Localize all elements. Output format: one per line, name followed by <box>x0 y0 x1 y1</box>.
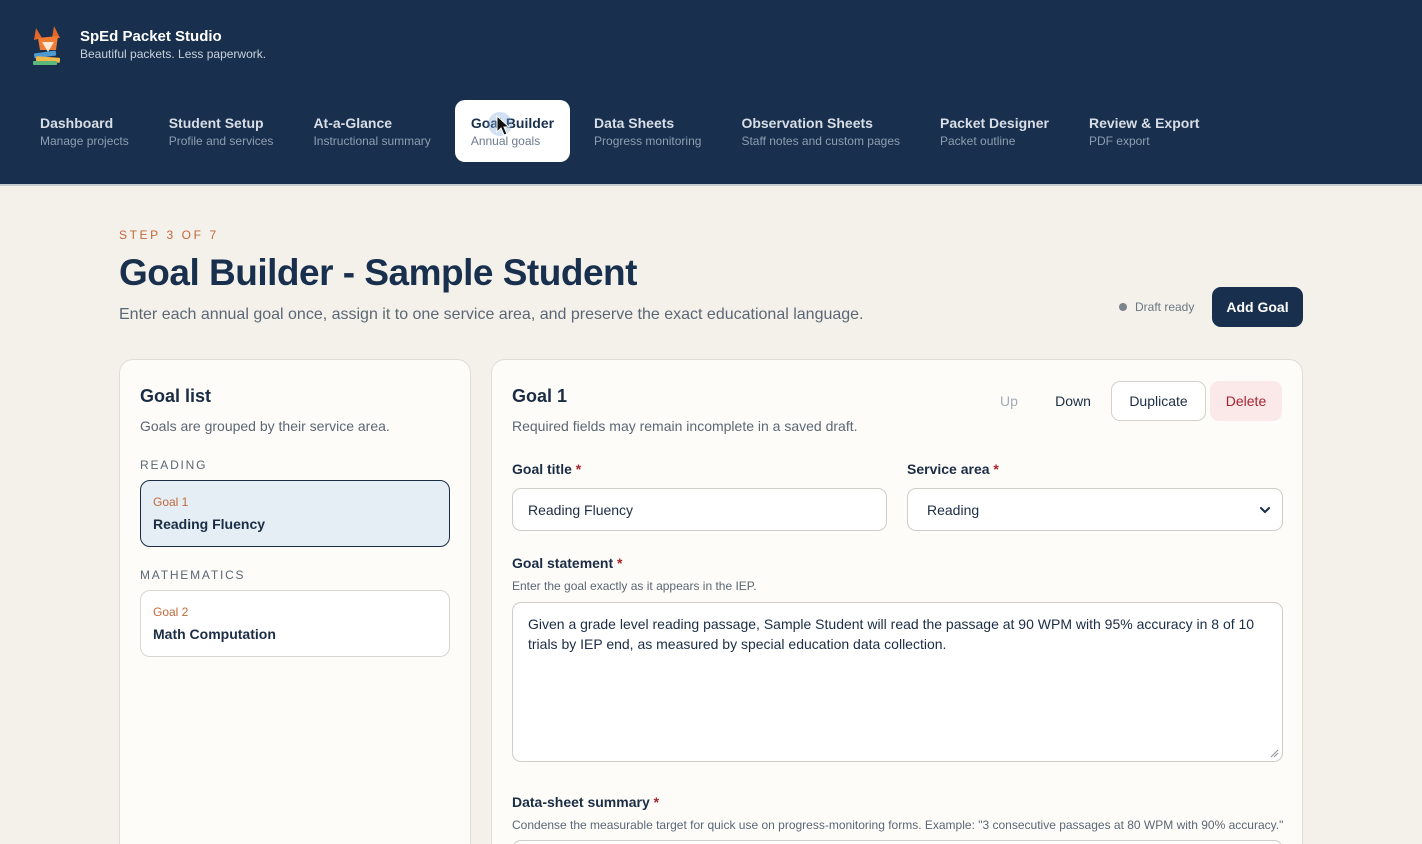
goal-title-label: Goal title * <box>512 461 581 477</box>
add-goal-button[interactable]: Add Goal <box>1212 287 1303 327</box>
status-text: Draft ready <box>1135 300 1195 314</box>
brand[interactable]: SpEd Packet Studio Beautiful packets. Le… <box>30 24 266 66</box>
nav-packet-designer[interactable]: Packet Designer Packet outline <box>924 100 1065 162</box>
nav-student-setup[interactable]: Student Setup Profile and services <box>153 100 290 162</box>
chevron-down-icon <box>1260 507 1270 513</box>
step-indicator: STEP 3 OF 7 <box>119 228 219 242</box>
data-sheet-summary-input[interactable] <box>512 840 1283 844</box>
required-mark: * <box>617 555 623 571</box>
data-sheet-summary-label-text: Data-sheet summary <box>512 794 650 810</box>
duplicate-button[interactable]: Duplicate <box>1111 381 1206 421</box>
move-up-button[interactable]: Up <box>988 382 1030 420</box>
nav-dashboard[interactable]: Dashboard Manage projects <box>24 100 145 162</box>
nav-label: Packet Designer <box>940 115 1049 131</box>
group-label-reading: READING <box>140 458 208 472</box>
nav-data-sheets[interactable]: Data Sheets Progress monitoring <box>578 100 717 162</box>
goal-list-title: Goal list <box>140 386 212 406</box>
goal-editor-panel: Goal 1 Required fields may remain incomp… <box>491 359 1303 844</box>
page-subtitle: Enter each annual goal once, assign it t… <box>119 306 864 323</box>
nav-sublabel: Packet outline <box>940 134 1016 148</box>
service-area-label: Service area * <box>907 461 999 477</box>
goal-title-label-text: Goal title <box>512 461 572 477</box>
data-sheet-summary-help: Condense the measurable target for quick… <box>512 818 1284 832</box>
goal-statement-textarea[interactable]: Given a grade level reading passage, Sam… <box>512 602 1283 762</box>
nav-label: Goal Builder <box>470 115 555 131</box>
main-nav: Dashboard Manage projects Student Setup … <box>24 100 1223 162</box>
goal-statement-help: Enter the goal exactly as it appears in … <box>512 579 757 593</box>
nav-observation-sheets[interactable]: Observation Sheets Staff notes and custo… <box>725 100 916 162</box>
goal-statement-label: Goal statement * <box>512 555 622 571</box>
nav-sublabel: Progress monitoring <box>594 134 702 148</box>
goal-editor-description: Required fields may remain incomplete in… <box>512 418 858 434</box>
nav-label: Data Sheets <box>594 115 675 131</box>
draft-status: Draft ready <box>1119 300 1194 314</box>
goal-list-description: Goals are grouped by their service area. <box>140 418 390 434</box>
nav-review-export[interactable]: Review & Export PDF export <box>1073 100 1215 162</box>
status-dot-icon <box>1119 303 1127 311</box>
goal-list-panel: Goal list Goals are grouped by their ser… <box>119 359 471 844</box>
required-mark: * <box>575 461 582 477</box>
goal-card-1[interactable]: Goal 1 Reading Fluency <box>140 480 450 547</box>
move-down-button[interactable]: Down <box>1046 382 1100 420</box>
goal-name: Reading Fluency <box>153 516 266 532</box>
nav-sublabel: Staff notes and custom pages <box>741 134 900 148</box>
goal-number: Goal 1 <box>153 495 189 509</box>
group-label-mathematics: MATHEMATICS <box>140 568 246 582</box>
app-name: SpEd Packet Studio <box>80 27 222 45</box>
goal-title-input[interactable] <box>512 488 887 531</box>
nav-sublabel: Profile and services <box>168 134 274 148</box>
page-title: Goal Builder - Sample Student <box>119 252 637 293</box>
required-mark: * <box>653 794 660 810</box>
nav-label: Dashboard <box>40 115 114 131</box>
goal-card-2[interactable]: Goal 2 Math Computation <box>140 590 450 657</box>
fox-logo-icon <box>33 26 61 65</box>
required-mark: * <box>993 461 999 477</box>
nav-at-a-glance[interactable]: At-a-Glance Instructional summary <box>297 100 446 162</box>
nav-label: Observation Sheets <box>741 115 873 131</box>
goal-number: Goal 2 <box>153 605 189 619</box>
nav-label: At-a-Glance <box>313 115 393 131</box>
app-header: SpEd Packet Studio Beautiful packets. Le… <box>0 0 1422 186</box>
delete-button[interactable]: Delete <box>1210 381 1282 421</box>
goal-statement-text: Given a grade level reading passage, Sam… <box>528 616 1255 652</box>
nav-label: Student Setup <box>168 115 264 131</box>
resize-grip-icon[interactable] <box>1270 749 1279 758</box>
nav-sublabel: PDF export <box>1088 134 1150 148</box>
nav-sublabel: Annual goals <box>470 134 541 148</box>
goal-editor-title: Goal 1 <box>512 386 568 406</box>
service-area-value: Reading <box>927 502 980 518</box>
nav-sublabel: Instructional summary <box>313 134 431 148</box>
nav-goal-builder[interactable]: Goal Builder Annual goals <box>454 100 571 162</box>
nav-sublabel: Manage projects <box>40 134 129 148</box>
goal-statement-label-text: Goal statement <box>512 555 614 571</box>
nav-label: Review & Export <box>1088 115 1200 131</box>
data-sheet-summary-label: Data-sheet summary * <box>512 794 659 810</box>
service-area-label-text: Service area <box>907 461 990 477</box>
app-tagline: Beautiful packets. Less paperwork. <box>80 46 267 61</box>
goal-name: Math Computation <box>153 626 276 642</box>
service-area-select[interactable]: Reading <box>907 488 1283 531</box>
